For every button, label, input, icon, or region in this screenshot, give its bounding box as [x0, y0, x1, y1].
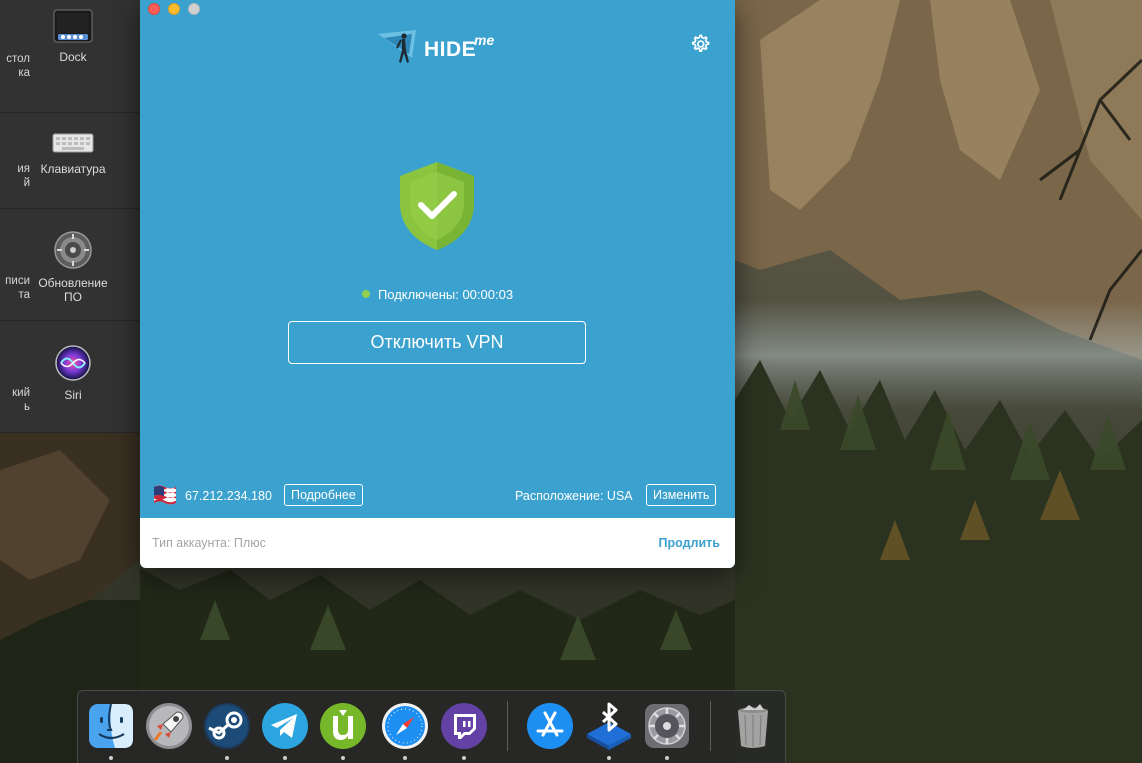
truncated-pref-label: кий ь	[12, 387, 30, 413]
settings-gear-icon[interactable]	[689, 33, 711, 55]
pref-tile-dock[interactable]: Dock	[36, 8, 110, 64]
dock-separator	[710, 701, 711, 751]
pref-tile-label: Siri	[64, 388, 82, 402]
trash-icon	[738, 704, 768, 748]
account-footer: Тип аккаунта: Плюс Продлить	[140, 518, 735, 568]
dock-icon	[53, 9, 93, 43]
minimize-window-button[interactable]	[168, 3, 180, 15]
dock-separator	[507, 701, 508, 751]
running-indicator	[341, 756, 345, 760]
running-indicator	[607, 756, 611, 760]
bluetooth-icon	[587, 702, 631, 750]
system-preferences-panel: стол ка Dock ия й Клавиатура писи та Обн…	[0, 0, 141, 433]
dock-app-telegram[interactable]	[259, 700, 311, 760]
renew-link[interactable]: Продлить	[659, 536, 720, 550]
connected-shield-icon	[400, 162, 474, 250]
ip-address: 67.212.234.180	[185, 489, 272, 503]
pref-tile-label: Обновление ПО	[38, 276, 108, 304]
connection-status-text: Подключены: 00:00:03	[377, 287, 514, 302]
running-indicator	[109, 756, 113, 760]
dock-app-system-preferences[interactable]	[641, 700, 693, 760]
pref-tile-keyboard[interactable]: Клавиатура	[36, 132, 110, 176]
account-type: Тип аккаунта: Плюс	[152, 536, 266, 550]
connection-status: Подключены: 00:00:03	[140, 287, 735, 302]
truncated-pref-label: ия й	[17, 163, 30, 189]
system-preferences-icon	[645, 704, 689, 748]
keyboard-icon	[52, 133, 94, 153]
pref-tile-label: Dock	[59, 50, 87, 64]
pref-tile-siri[interactable]: Siri	[36, 344, 110, 402]
software-update-icon	[54, 231, 92, 269]
hideme-logo-mark	[378, 30, 416, 63]
siri-icon	[55, 345, 91, 381]
window-controls	[148, 3, 200, 15]
running-indicator	[283, 756, 287, 760]
location-text: Расположение: USA	[515, 489, 633, 503]
dock-app-bluetooth-exchange[interactable]	[583, 700, 635, 760]
twitch-icon	[441, 703, 487, 749]
change-location-button[interactable]: Изменить	[646, 484, 717, 506]
app-store-icon	[527, 703, 573, 749]
steam-icon	[204, 703, 250, 749]
hideme-logo: HIDE me	[376, 28, 502, 70]
pref-row-software-update[interactable]: писи та Обновление ПО	[0, 208, 140, 321]
pref-row-siri[interactable]: кий ь Siri	[0, 320, 140, 433]
running-indicator	[225, 756, 229, 760]
disconnect-vpn-button[interactable]: Отключить VPN	[288, 321, 586, 364]
status-dot	[361, 290, 370, 298]
running-indicator	[665, 756, 669, 760]
dock-app-utorrent[interactable]	[317, 700, 369, 760]
dock-app-safari[interactable]	[379, 700, 431, 760]
truncated-pref-label: стол ка	[6, 53, 30, 79]
dock	[77, 690, 786, 763]
safari-icon	[382, 703, 428, 749]
close-window-button[interactable]	[148, 3, 160, 15]
launchpad-icon	[146, 703, 192, 749]
pref-tile-label: Клавиатура	[40, 162, 106, 176]
dock-app-twitch[interactable]	[438, 700, 490, 760]
dock-app-finder[interactable]	[85, 700, 137, 760]
dock-app-steam[interactable]	[201, 700, 253, 760]
dock-app-trash[interactable]	[727, 700, 779, 752]
logo-text: HIDE	[424, 38, 477, 61]
truncated-pref-label: писи та	[5, 275, 30, 301]
connection-info-bar: 67.212.234.180 Подробнее Расположение: U…	[140, 482, 735, 510]
finder-icon	[89, 703, 133, 748]
zoom-window-button[interactable]	[188, 3, 200, 15]
usa-flag-icon	[154, 485, 176, 505]
logo-suffix: me	[474, 32, 495, 48]
details-button[interactable]: Подробнее	[284, 484, 363, 506]
dock-app-launchpad[interactable]	[143, 700, 195, 752]
hideme-window: HIDE me Подключены: 00:00:03 Отключить V…	[140, 0, 735, 568]
pref-row-keyboard[interactable]: ия й Клавиатура	[0, 96, 140, 209]
running-indicator	[403, 756, 407, 760]
dock-app-app-store[interactable]	[524, 700, 576, 752]
telegram-icon	[262, 703, 308, 749]
utorrent-icon	[320, 703, 366, 749]
pref-tile-software-update[interactable]: Обновление ПО	[36, 230, 110, 304]
running-indicator	[462, 756, 466, 760]
